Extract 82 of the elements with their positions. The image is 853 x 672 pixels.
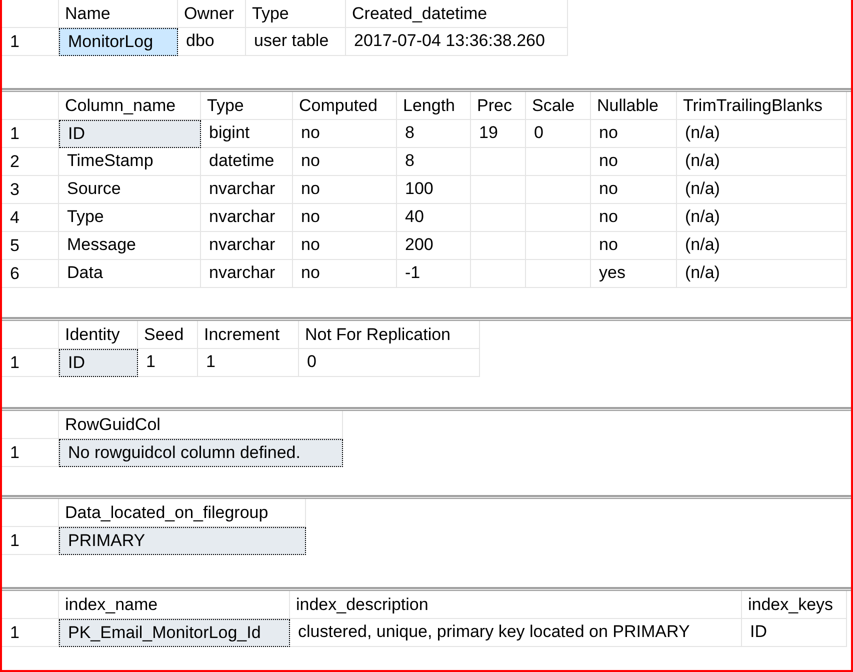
table-cell bbox=[526, 260, 591, 288]
table-cell bbox=[526, 232, 591, 260]
column-header: Type bbox=[201, 92, 293, 120]
table-cell: 8 bbox=[397, 120, 471, 148]
corner-header bbox=[2, 0, 59, 28]
table-cell: 8 bbox=[397, 148, 471, 176]
table-cell: user table bbox=[246, 28, 346, 56]
table-cell bbox=[471, 148, 526, 176]
table-cell: 40 bbox=[397, 204, 471, 232]
table-cell: (n/a) bbox=[677, 176, 847, 204]
table-cell: no bbox=[591, 204, 677, 232]
table-cell: bigint bbox=[201, 120, 293, 148]
column-header: index_keys bbox=[742, 591, 847, 619]
table-cell: (n/a) bbox=[677, 120, 847, 148]
table-cell: 0 bbox=[299, 349, 480, 377]
table-cell: datetime bbox=[201, 148, 293, 176]
table-cell: MonitorLog bbox=[59, 28, 178, 56]
table-cell: ID bbox=[59, 349, 138, 377]
row-number: 3 bbox=[2, 176, 59, 204]
table-cell: nvarchar bbox=[201, 260, 293, 288]
table-cell: (n/a) bbox=[677, 232, 847, 260]
table-cell: Source bbox=[59, 176, 201, 204]
column-header: Seed bbox=[138, 321, 198, 349]
table-cell bbox=[526, 176, 591, 204]
column-header: Length bbox=[397, 92, 471, 120]
table-cell: no bbox=[293, 204, 397, 232]
table-cell: No rowguidcol column defined. bbox=[59, 439, 343, 467]
table-cell bbox=[526, 148, 591, 176]
row-number: 4 bbox=[2, 204, 59, 232]
table-cell: Message bbox=[59, 232, 201, 260]
row-number: 2 bbox=[2, 148, 59, 176]
table-cell: (n/a) bbox=[677, 260, 847, 288]
table-cell: PK_Email_MonitorLog_Id bbox=[59, 619, 290, 647]
table-cell: PRIMARY bbox=[59, 527, 306, 555]
table-cell: ID bbox=[742, 619, 847, 647]
table-cell: 1 bbox=[138, 349, 198, 377]
table-cell: no bbox=[591, 148, 677, 176]
table-cell: nvarchar bbox=[201, 204, 293, 232]
column-header: Type bbox=[246, 0, 346, 28]
table-cell: no bbox=[591, 120, 677, 148]
column-header: TrimTrailingBlanks bbox=[677, 92, 847, 120]
table-cell: Data bbox=[59, 260, 201, 288]
row-number: 5 bbox=[2, 232, 59, 260]
table-cell: 200 bbox=[397, 232, 471, 260]
table-cell: (n/a) bbox=[677, 148, 847, 176]
column-header: index_description bbox=[290, 591, 742, 619]
column-header: Prec bbox=[471, 92, 526, 120]
table-cell: no bbox=[293, 176, 397, 204]
table-cell: Type bbox=[59, 204, 201, 232]
table-cell: (n/a) bbox=[677, 204, 847, 232]
table-cell: dbo bbox=[178, 28, 246, 56]
table-cell: yes bbox=[591, 260, 677, 288]
column-header: Nullable bbox=[591, 92, 677, 120]
table-cell: -1 bbox=[397, 260, 471, 288]
table-cell: no bbox=[293, 120, 397, 148]
table-cell: nvarchar bbox=[201, 232, 293, 260]
table-cell: no bbox=[591, 232, 677, 260]
table-cell: 19 bbox=[471, 120, 526, 148]
table-cell bbox=[526, 204, 591, 232]
table-cell: no bbox=[293, 148, 397, 176]
table-cell: nvarchar bbox=[201, 176, 293, 204]
table-cell: TimeStamp bbox=[59, 148, 201, 176]
table-cell bbox=[471, 204, 526, 232]
row-number: 6 bbox=[2, 260, 59, 288]
column-header: Not For Replication bbox=[299, 321, 480, 349]
table-cell bbox=[471, 260, 526, 288]
table-cell: 2017-07-04 13:36:38.260 bbox=[346, 28, 568, 56]
column-header: Scale bbox=[526, 92, 591, 120]
table-cell: no bbox=[293, 232, 397, 260]
table-cell: 100 bbox=[397, 176, 471, 204]
column-header: Owner bbox=[178, 0, 246, 28]
table-cell bbox=[471, 176, 526, 204]
column-header: Created_datetime bbox=[346, 0, 568, 28]
table-cell: 0 bbox=[526, 120, 591, 148]
table-cell bbox=[471, 232, 526, 260]
table-cell: clustered, unique, primary key located on PRIMARY bbox=[290, 619, 742, 647]
table-cell: no bbox=[591, 176, 677, 204]
table-cell: no bbox=[293, 260, 397, 288]
column-header: Increment bbox=[198, 321, 299, 349]
column-header: Computed bbox=[293, 92, 397, 120]
table-cell: ID bbox=[59, 120, 201, 148]
table-cell: 1 bbox=[198, 349, 299, 377]
